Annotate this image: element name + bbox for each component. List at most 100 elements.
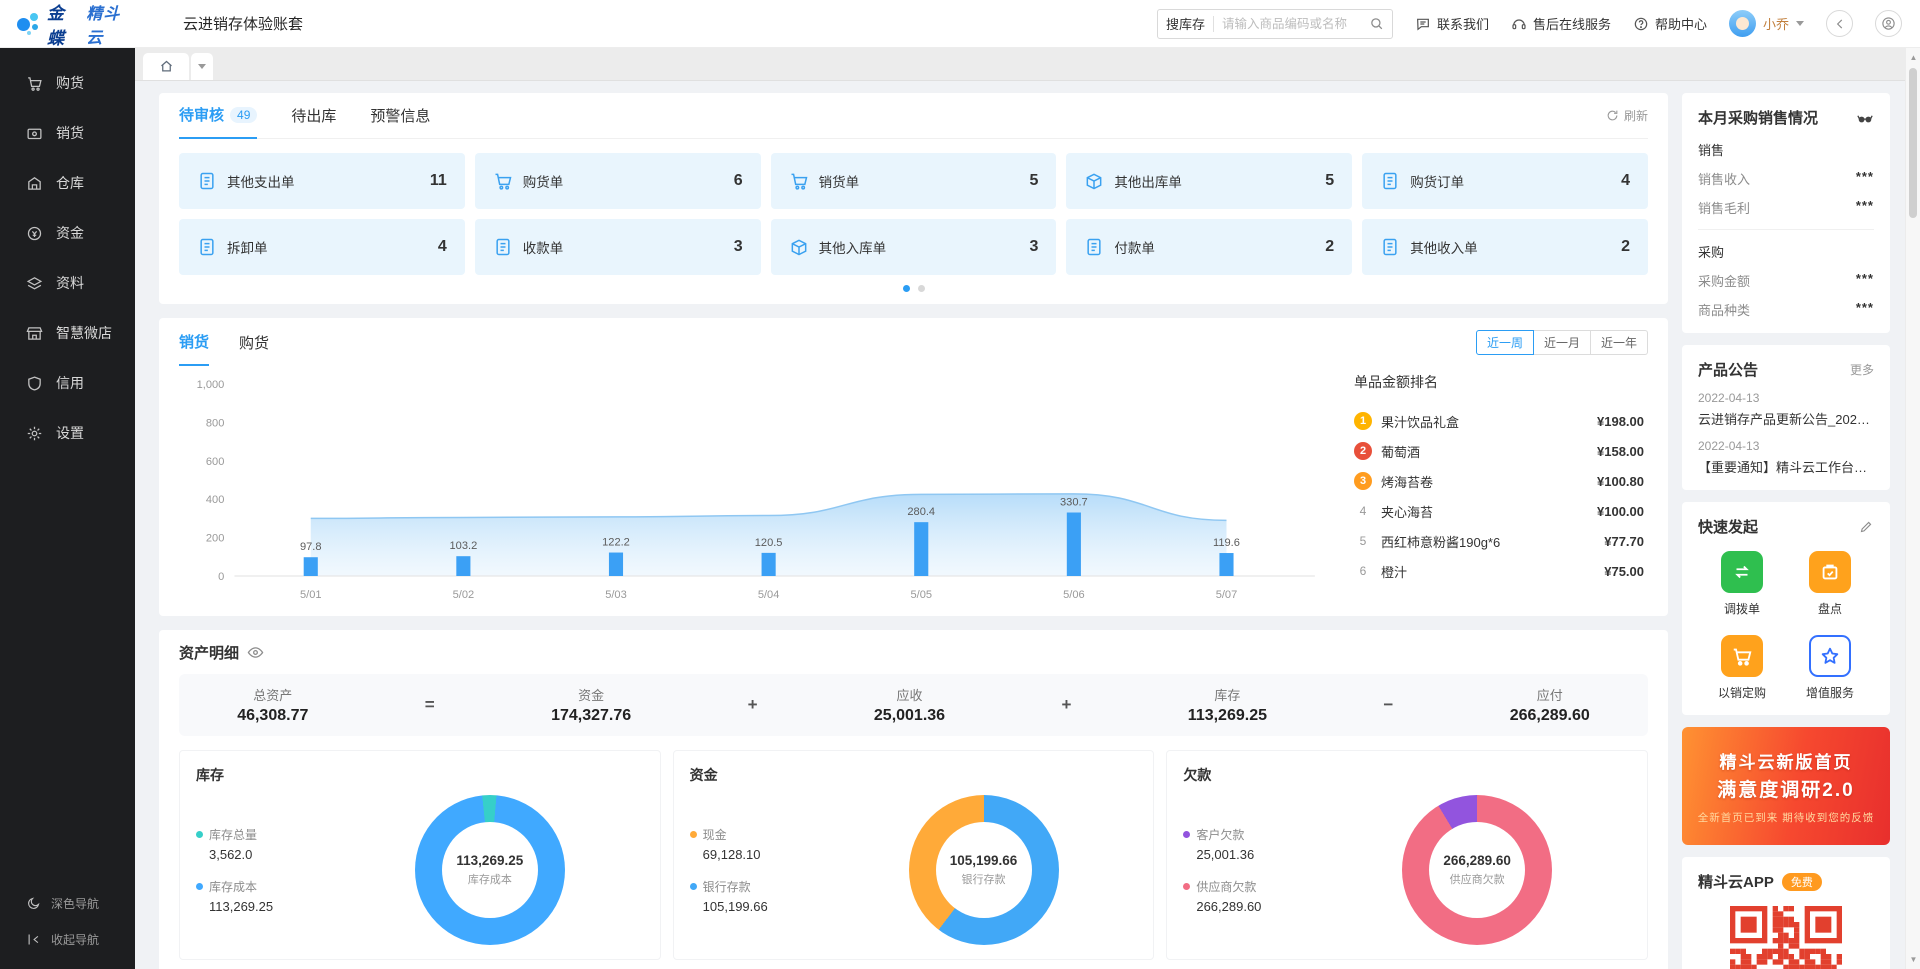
sidebar-item-settings[interactable]: 设置 [0, 408, 135, 458]
announcement-item[interactable]: 2022-04-13 云进销存产品更新公告_20220... [1698, 391, 1874, 428]
eye-icon[interactable] [247, 644, 264, 661]
sidebar-item-warehouse[interactable]: 仓库 [0, 158, 135, 208]
quick-sales-driven-purchase[interactable]: 以销定购 [1718, 635, 1766, 701]
glasses-icon[interactable] [1856, 109, 1874, 127]
legend-item: 客户欠款 25,001.36 [1183, 826, 1323, 862]
tile-purchase-po[interactable]: 购货订单 4 [1362, 153, 1648, 209]
quick-value-added-service[interactable]: 增值服务 [1806, 635, 1854, 701]
tab-dropdown-button[interactable] [191, 53, 213, 80]
scroll-up-arrow[interactable]: ▲ [1906, 50, 1920, 65]
tab-pending-review[interactable]: 待审核 49 [179, 93, 257, 139]
sidebar-footer: 深色导航 收起导航 [0, 885, 135, 969]
tab-purchase-trend[interactable]: 购货 [239, 318, 269, 366]
expense-doc-icon [197, 171, 217, 191]
tile-payment[interactable]: 付款单 2 [1066, 219, 1352, 275]
svg-text:0: 0 [218, 571, 224, 583]
tile-label: 收款单 [523, 237, 564, 257]
announcement-item[interactable]: 2022-04-13 【重要通知】精斗云工作台城... [1698, 439, 1874, 476]
user-menu[interactable]: 小乔 [1729, 10, 1804, 37]
tab-pending-outbound[interactable]: 待出库 [291, 93, 336, 139]
tile-other-outbound[interactable]: 其他出库单 5 [1066, 153, 1352, 209]
quick-stocktake[interactable]: 盘点 [1809, 551, 1851, 617]
help-center-link[interactable]: 帮助中心 [1633, 14, 1707, 33]
legend-label: 现金 [703, 826, 727, 843]
legend-value: 3,562.0 [209, 847, 336, 862]
tile-count: 5 [1029, 172, 1038, 190]
home-tab[interactable] [143, 53, 189, 80]
survey-banner[interactable]: 精斗云新版首页 满意度调研2.0 全新首页已到来 期待收到您的反馈 [1682, 727, 1890, 845]
sidebar-item-sales[interactable]: 销货 [0, 108, 135, 158]
home-icon [159, 59, 174, 74]
search-input[interactable] [1222, 17, 1369, 31]
range-week-button[interactable]: 近一周 [1476, 330, 1534, 355]
sidebar-item-data[interactable]: 资料 [0, 258, 135, 308]
carousel-dots [179, 275, 1648, 296]
sidebar-item-funds[interactable]: 资金 [0, 208, 135, 258]
scroll-down-arrow[interactable]: ▼ [1906, 952, 1920, 967]
tab-sales-trend[interactable]: 销货 [179, 318, 209, 366]
history-back-button[interactable] [1826, 10, 1853, 37]
donut-center-value: 266,289.60 [1443, 853, 1511, 868]
announcement-date: 2022-04-13 [1698, 391, 1874, 405]
range-month-button[interactable]: 近一月 [1533, 330, 1591, 355]
svg-text:122.2: 122.2 [602, 537, 630, 549]
sidebar-item-label: 智慧微店 [56, 323, 112, 343]
carousel-dot[interactable] [903, 285, 910, 292]
tile-count: 4 [438, 238, 447, 256]
header-actions: 搜库存 联系我们 售后在线服务 帮助中心 小乔 [1157, 9, 1920, 39]
contact-us-link[interactable]: 联系我们 [1415, 14, 1489, 33]
legend-label: 库存成本 [209, 878, 257, 895]
customer-service-button[interactable] [1875, 10, 1902, 37]
sidebar-item-purchase[interactable]: 购货 [0, 58, 135, 108]
dark-nav-toggle[interactable]: 深色导航 [0, 885, 135, 921]
trend-card: 销货 购货 近一周 近一月 近一年 [159, 318, 1668, 616]
tile-sales-order[interactable]: 销货单 5 [771, 153, 1057, 209]
panel-title: 库存 [196, 765, 644, 785]
ranking-item-name: 夹心海苔 [1381, 502, 1433, 521]
sidebar-item-credit[interactable]: 信用 [0, 358, 135, 408]
more-link[interactable]: 更多 [1850, 361, 1874, 378]
vertical-scrollbar[interactable]: ▲ ▼ [1905, 48, 1920, 969]
pencil-icon[interactable] [1859, 519, 1874, 534]
legend-item: 库存总量 3,562.0 [196, 826, 336, 862]
svg-text:5/06: 5/06 [1063, 589, 1085, 601]
pending-review-count-badge: 49 [230, 107, 257, 123]
search-divider [1213, 16, 1214, 32]
todo-tiles: 其他支出单 11 购货单 6 销货单 5 其他 [179, 153, 1648, 275]
quick-transfer-order[interactable]: 调拨单 [1721, 551, 1763, 617]
main-column: 待审核 49 待出库 预警信息 刷新 其他支出单 11 [159, 93, 1668, 969]
legend-item: 供应商欠款 266,289.60 [1183, 878, 1323, 914]
inventory-search[interactable]: 搜库存 [1157, 9, 1393, 39]
search-category[interactable]: 搜库存 [1166, 14, 1205, 33]
app-card: 精斗云APP 免费 [1682, 857, 1890, 969]
range-year-button[interactable]: 近一年 [1590, 330, 1648, 355]
quick-item-label: 增值服务 [1806, 684, 1854, 701]
tab-alerts[interactable]: 预警信息 [370, 93, 430, 139]
trend-chart-svg: 02004006008001,00097.8103.2122.2120.5280… [179, 366, 1328, 606]
storefront-icon [26, 325, 43, 342]
tile-other-inbound[interactable]: 其他入库单 3 [771, 219, 1057, 275]
tile-other-income[interactable]: 其他收入单 2 [1362, 219, 1648, 275]
after-sales-service-link[interactable]: 售后在线服务 [1511, 14, 1611, 33]
funds-donut-chart: 105,199.66 银行存款 [909, 795, 1059, 945]
main-nav-sidebar: 购货 销货 仓库 资金 资料 智慧微店 信用 设置 深色导航 收起导航 [0, 48, 135, 969]
tile-count: 2 [1621, 238, 1630, 256]
tile-purchase-order[interactable]: 购货单 6 [475, 153, 761, 209]
kv-label: 商品种类 [1698, 300, 1750, 319]
carousel-dot[interactable] [918, 285, 925, 292]
moon-icon [26, 896, 41, 911]
scrollbar-thumb[interactable] [1909, 68, 1917, 218]
formula-label: 应付 [1510, 685, 1590, 704]
quick-item-label: 调拨单 [1724, 600, 1760, 617]
purchase-cart-icon [26, 75, 43, 92]
tile-disassembly[interactable]: 拆卸单 4 [179, 219, 465, 275]
rank-number: 6 [1354, 564, 1372, 578]
refresh-button[interactable]: 刷新 [1606, 107, 1648, 124]
sidebar-item-smart-store[interactable]: 智慧微店 [0, 308, 135, 358]
collapse-nav-toggle[interactable]: 收起导航 [0, 921, 135, 957]
search-icon[interactable] [1369, 16, 1384, 31]
sidebar-item-label: 仓库 [56, 173, 84, 193]
tile-other-expense[interactable]: 其他支出单 11 [179, 153, 465, 209]
tile-receipt[interactable]: 收款单 3 [475, 219, 761, 275]
user-avatar[interactable] [1729, 10, 1756, 37]
